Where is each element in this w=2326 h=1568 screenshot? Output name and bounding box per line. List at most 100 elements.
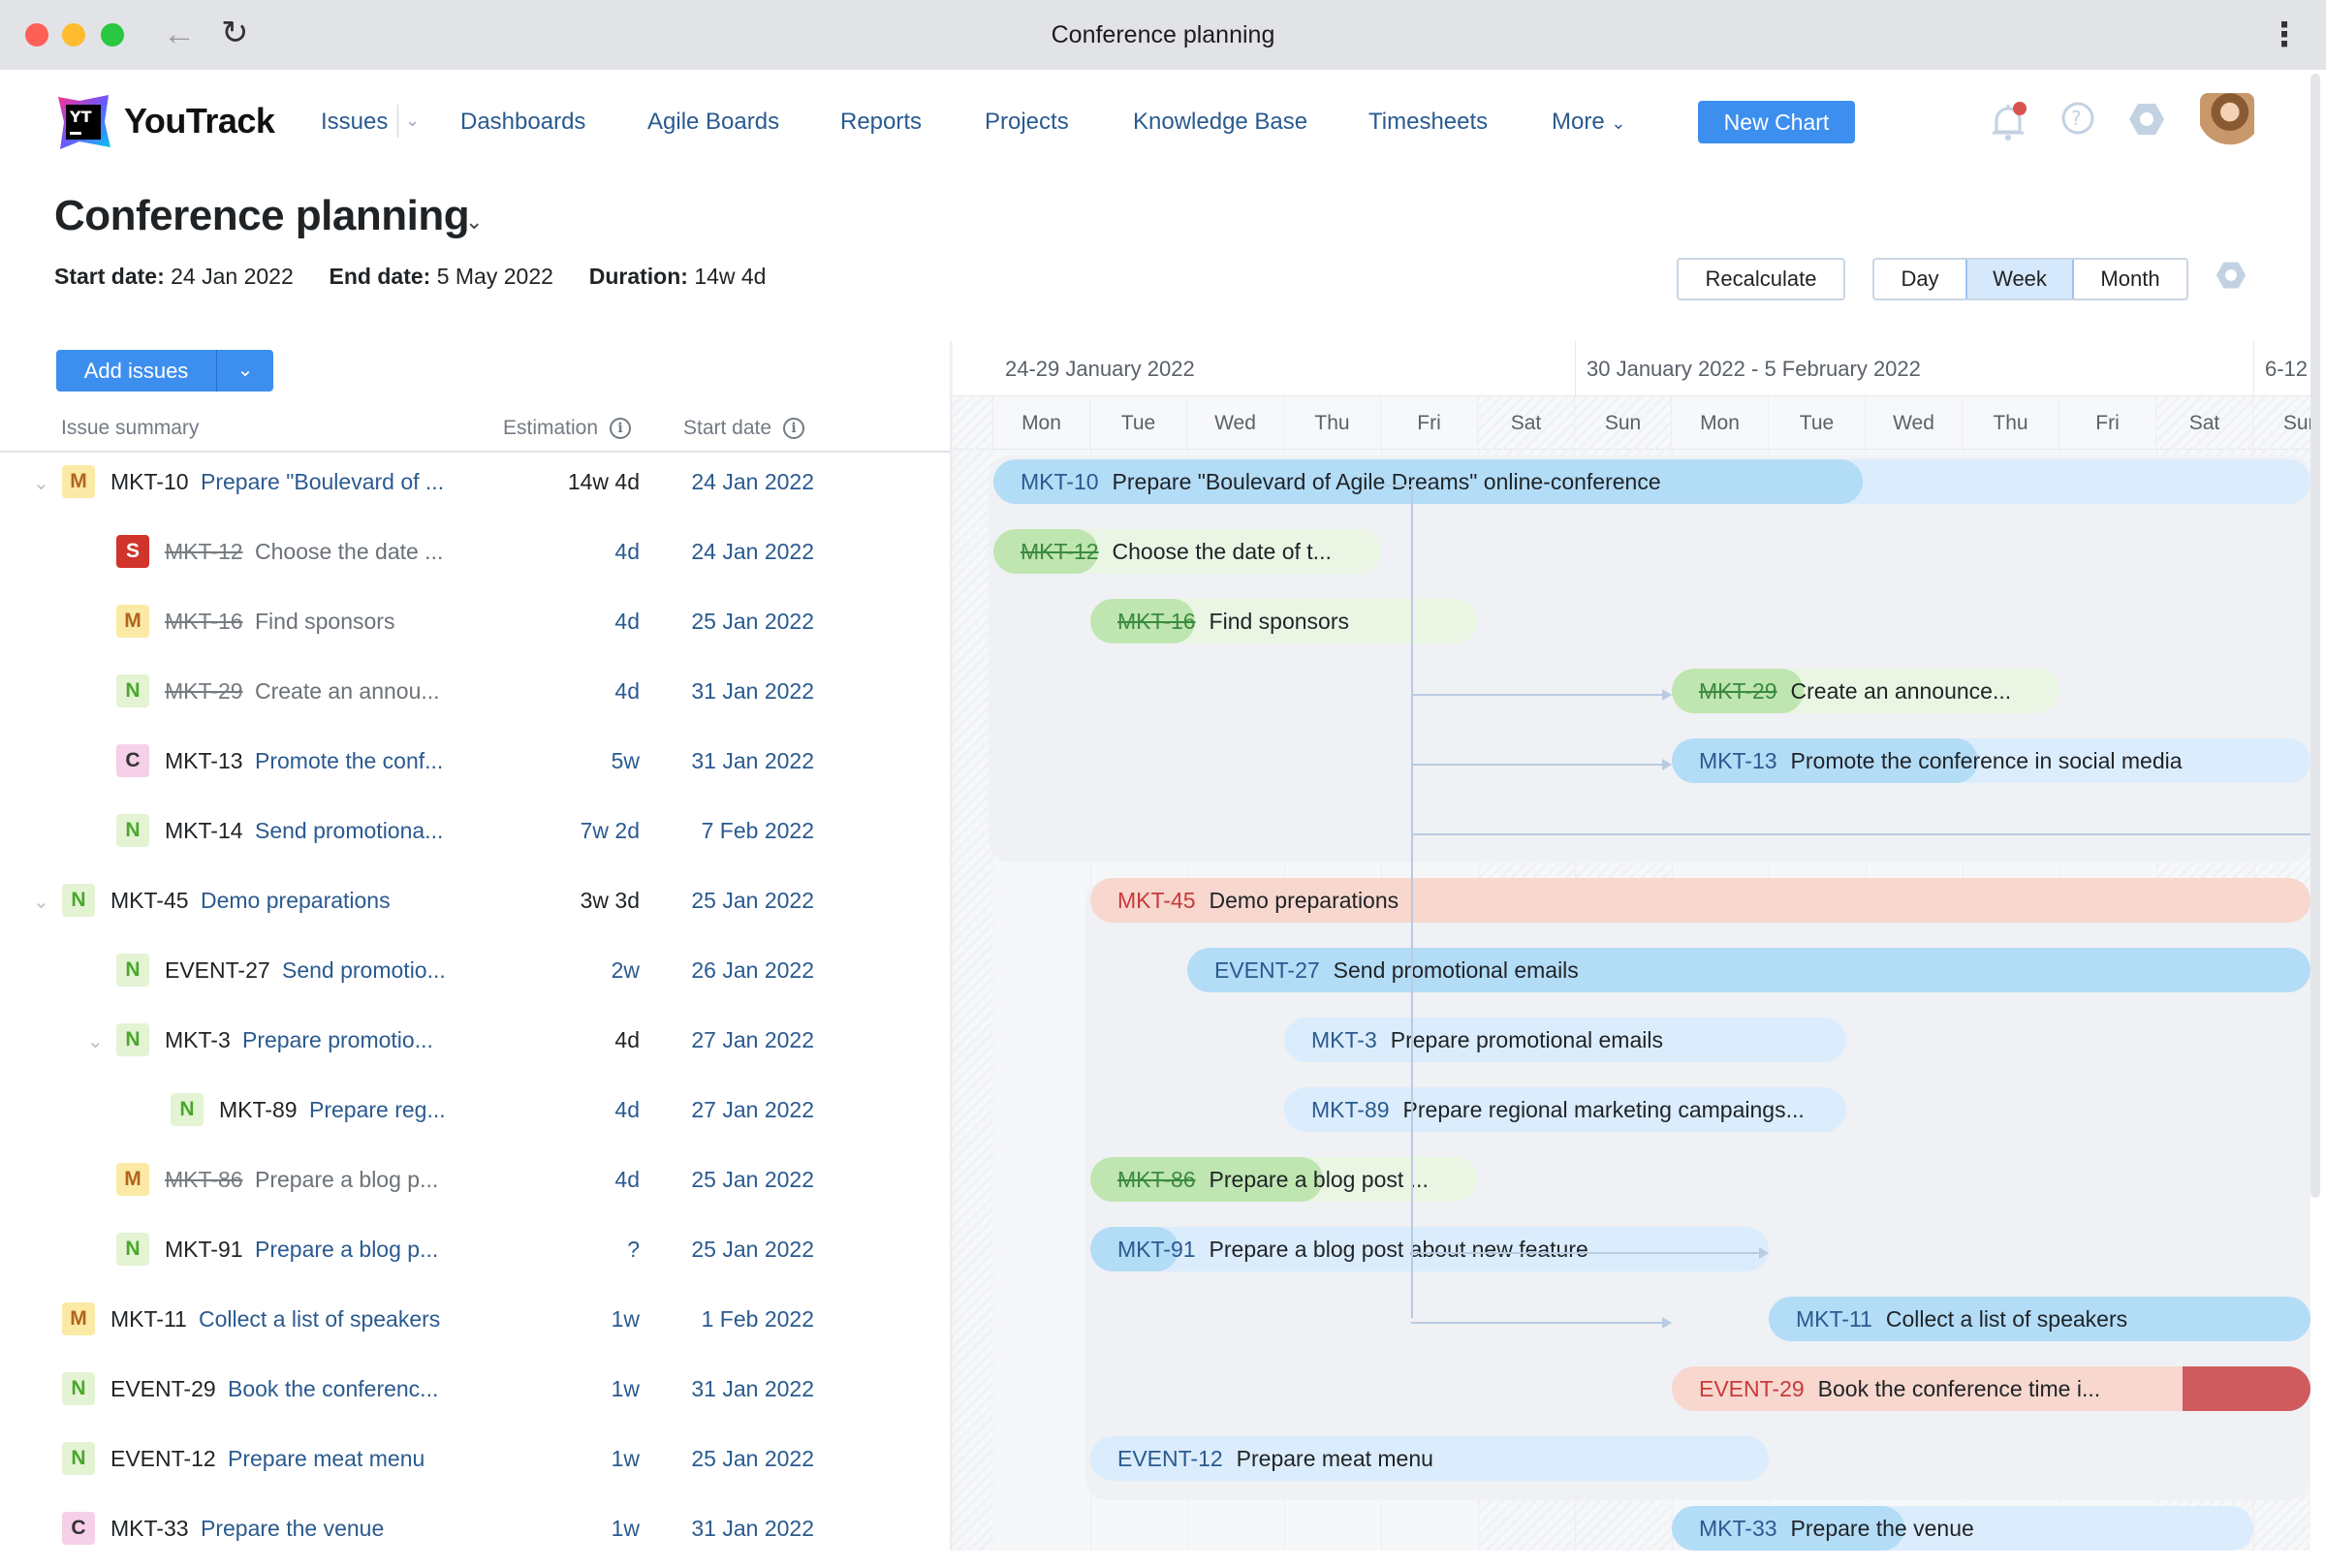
start-date-value[interactable]: 27 Jan 2022 xyxy=(691,1097,814,1123)
user-avatar[interactable] xyxy=(2200,93,2254,147)
issue-id[interactable]: MKT-33 xyxy=(110,1516,189,1542)
start-date-value[interactable]: 31 Jan 2022 xyxy=(691,748,814,774)
estimation-value[interactable]: 3w 3d xyxy=(581,888,640,914)
issue-summary-link[interactable]: Prepare meat menu xyxy=(228,1446,424,1472)
page-title[interactable]: Conference planning xyxy=(54,192,470,240)
bar-issue-id[interactable]: MKT-10 xyxy=(1021,469,1099,494)
nav-timesheets[interactable]: Timesheets xyxy=(1368,109,1488,136)
gantt-bar[interactable]: MKT-33 Prepare the venue xyxy=(1672,1506,2253,1551)
scale-month[interactable]: Month xyxy=(2074,260,2186,298)
issue-summary-link[interactable]: Collect a list of speakers xyxy=(199,1306,440,1333)
start-date-value[interactable]: 7 Feb 2022 xyxy=(702,818,814,844)
nav-knowledge-base[interactable]: Knowledge Base xyxy=(1133,109,1307,136)
start-date-value[interactable]: 24 Jan 2022 xyxy=(691,469,814,495)
gantt-bar[interactable]: MKT-16 Find sponsors xyxy=(1090,599,1478,643)
bar-issue-id[interactable]: MKT-89 xyxy=(1311,1097,1390,1122)
start-date-value[interactable]: 26 Jan 2022 xyxy=(691,957,814,984)
bar-issue-id[interactable]: MKT-91 xyxy=(1117,1237,1196,1262)
start-date-value[interactable]: 31 Jan 2022 xyxy=(691,1376,814,1402)
issue-row[interactable]: N EVENT-29 Book the conferenc... 1w 31 Jan 2… xyxy=(0,1359,950,1428)
chevron-down-icon[interactable]: ⌄ xyxy=(465,209,483,235)
issue-id[interactable]: MKT-89 xyxy=(219,1097,298,1123)
issue-id[interactable]: EVENT-29 xyxy=(110,1376,216,1402)
issue-row[interactable]: N MKT-14 Send promotiona... 7w 2d 7 Feb 2022 xyxy=(0,800,950,870)
bar-issue-id[interactable]: EVENT-27 xyxy=(1214,957,1320,983)
estimation-value[interactable]: 14w 4d xyxy=(568,469,640,495)
start-date-value[interactable]: 25 Jan 2022 xyxy=(691,1237,814,1263)
issue-summary-link[interactable]: Find sponsors xyxy=(255,609,394,635)
panel-divider[interactable] xyxy=(950,341,954,1551)
issue-row[interactable]: M MKT-11 Collect a list of speakers 1w 1 Feb… xyxy=(0,1289,950,1359)
issue-summary-link[interactable]: Choose the date ... xyxy=(255,539,443,565)
estimation-value[interactable]: 4d xyxy=(614,539,640,565)
issue-summary-link[interactable]: Prepare promotio... xyxy=(242,1027,433,1053)
estimation-value[interactable]: 4d xyxy=(614,678,640,705)
info-icon[interactable]: i xyxy=(610,418,632,440)
gantt-bar[interactable]: MKT-11 Collect a list of speakers xyxy=(1769,1297,2310,1341)
start-date-value[interactable]: 25 Jan 2022 xyxy=(691,888,814,914)
issue-id[interactable]: MKT-3 xyxy=(165,1027,231,1053)
issue-summary-link[interactable]: Prepare reg... xyxy=(309,1097,446,1123)
bar-issue-id[interactable]: MKT-11 xyxy=(1796,1306,1872,1332)
gantt-bar[interactable]: MKT-91 Prepare a blog post about new feat… xyxy=(1090,1227,1769,1271)
estimation-value[interactable]: 4d xyxy=(614,1167,640,1193)
page-scrollbar[interactable] xyxy=(2310,74,2320,1198)
nav-issues[interactable]: Issues xyxy=(321,109,388,136)
bar-issue-id[interactable]: MKT-29 xyxy=(1699,678,1777,704)
scale-day[interactable]: Day xyxy=(1874,260,1965,298)
settings-gear-icon[interactable] xyxy=(2128,101,2165,138)
gantt-bar[interactable]: MKT-86 Prepare a blog post ... xyxy=(1090,1157,1478,1202)
gantt-bar[interactable]: MKT-3 Prepare promotional emails xyxy=(1284,1018,1846,1062)
issue-id[interactable]: MKT-12 xyxy=(165,539,243,565)
bar-issue-id[interactable]: EVENT-29 xyxy=(1699,1376,1805,1401)
start-date-value[interactable]: 25 Jan 2022 xyxy=(691,1446,814,1472)
issue-row[interactable]: M MKT-86 Prepare a blog p... 4d 25 Jan 2022 xyxy=(0,1149,950,1219)
help-icon[interactable]: ? xyxy=(2060,101,2095,136)
estimation-value[interactable]: 5w xyxy=(612,748,640,774)
estimation-value[interactable]: 4d xyxy=(614,609,640,635)
gantt-bar[interactable]: MKT-29 Create an announce... xyxy=(1672,669,2059,713)
start-date-value[interactable]: 27 Jan 2022 xyxy=(691,1027,814,1053)
issue-id[interactable]: MKT-86 xyxy=(165,1167,243,1193)
issue-row[interactable]: ⌄ N MKT-45 Demo preparations 3w 3d 25 Jan 202… xyxy=(0,870,950,940)
estimation-value[interactable]: 1w xyxy=(612,1516,640,1542)
chart-settings-icon[interactable] xyxy=(2216,260,2247,291)
issue-summary-link[interactable]: Prepare a blog p... xyxy=(255,1167,438,1193)
issue-row[interactable]: S MKT-12 Choose the date ... 4d 24 Jan 2022 xyxy=(0,521,950,591)
issue-row[interactable]: ⌄ N MKT-3 Prepare promotio... 4d 27 Jan 2022 xyxy=(0,1010,950,1080)
issue-id[interactable]: MKT-11 xyxy=(110,1306,187,1333)
start-date-value[interactable]: 24 Jan 2022 xyxy=(691,539,814,565)
more-vertical-icon[interactable]: ⋮ xyxy=(2268,16,2301,54)
estimation-value[interactable]: 7w 2d xyxy=(581,818,640,844)
notification-bell-icon[interactable] xyxy=(1989,101,2027,143)
issue-summary-link[interactable]: Send promotio... xyxy=(282,957,446,984)
issue-row[interactable]: C MKT-13 Promote the conf... 5w 31 Jan 2022 xyxy=(0,731,950,800)
expand-toggle-icon[interactable]: ⌄ xyxy=(87,1029,104,1053)
column-header-start-date[interactable]: Start date i xyxy=(683,417,805,440)
issue-row[interactable]: N EVENT-12 Prepare meat menu 1w 25 Jan 2022 xyxy=(0,1428,950,1498)
nav-projects[interactable]: Projects xyxy=(985,109,1069,136)
issue-summary-link[interactable]: Prepare "Boulevard of ... xyxy=(201,469,444,495)
issue-summary-link[interactable]: Book the conferenc... xyxy=(228,1376,438,1402)
nav-more[interactable]: More ⌄ xyxy=(1552,109,1625,136)
issue-row[interactable]: C MKT-33 Prepare the venue 1w 31 Jan 2022 xyxy=(0,1498,950,1568)
issue-id[interactable]: MKT-45 xyxy=(110,888,189,914)
start-date-value[interactable]: 25 Jan 2022 xyxy=(691,609,814,635)
issue-summary-link[interactable]: Send promotiona... xyxy=(255,818,443,844)
info-icon[interactable]: i xyxy=(783,418,805,440)
scale-week[interactable]: Week xyxy=(1965,260,2074,298)
issue-id[interactable]: MKT-16 xyxy=(165,609,243,635)
gantt-bar[interactable]: MKT-45 Demo preparations xyxy=(1090,878,2310,923)
estimation-value[interactable]: 1w xyxy=(612,1306,640,1333)
add-issues-button[interactable]: Add issues xyxy=(56,350,217,392)
issue-summary-link[interactable]: Prepare a blog p... xyxy=(255,1237,438,1263)
issue-summary-link[interactable]: Promote the conf... xyxy=(255,748,443,774)
estimation-value[interactable]: 1w xyxy=(612,1376,640,1402)
youtrack-logo-icon[interactable]: YT xyxy=(54,93,112,151)
issue-id[interactable]: MKT-29 xyxy=(165,678,243,705)
start-date-value[interactable]: 1 Feb 2022 xyxy=(702,1306,814,1333)
new-chart-button[interactable]: New Chart xyxy=(1698,101,1855,143)
issue-row[interactable]: N MKT-29 Create an annou... 4d 31 Jan 2022 xyxy=(0,661,950,731)
nav-agile-boards[interactable]: Agile Boards xyxy=(647,109,779,136)
add-issues-dropdown-chevron-icon[interactable]: ⌄ xyxy=(217,350,273,392)
